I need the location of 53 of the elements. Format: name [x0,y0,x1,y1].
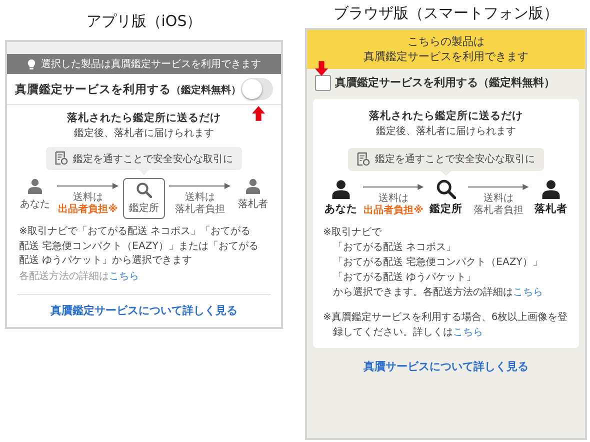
details-link[interactable]: こちら [513,286,543,298]
arrow-line [468,184,529,190]
note-text: ※取引ナビで「おてがる配送 ネコポス」「おてがる配送 宅急便コンパクト（EAZY）」または「おてがる配送 ゆうパケット」から選択できます [18,225,260,268]
node-label: あなた [20,198,50,211]
notice-text: 選択した製品は真贋鑑定サービスを利用できます [41,58,261,71]
arrow-line [169,183,231,189]
checkbox[interactable] [315,74,331,91]
person-icon [245,178,261,194]
certificate-icon [357,152,370,167]
notice-text: こちらの製品は [408,34,484,50]
notice-text: 真贋鑑定サービスを利用できます [364,49,528,65]
note-text: ※真贋鑑定サービスを利用する場合、6枚以上画像を登録してください。詳しくはこちら [323,310,569,340]
person-icon [27,178,43,194]
note-text: ※取引ナビで 「おてがる配送 ネコポス」 「おてがる配送 宅急便コンパクト（EAZY）」 「おてがる配送 ゆうパケット」 から選択できます。各配送方法の詳細はこちら [323,226,544,300]
details-link[interactable]: こちら [453,326,483,338]
more-info-link[interactable]: 真贋サービスについて詳しく見る [364,358,528,374]
node-label: あなた [324,202,358,216]
info-title: 落札されたら鑑定所に送るだけ [369,108,523,123]
arrow-icon [315,60,328,76]
node-label: 落札者 [238,198,268,211]
shipping-label: 落札者負担 [175,204,225,216]
details-link[interactable]: こちら [109,270,139,282]
person-icon [541,178,561,199]
certificate-icon [55,151,68,166]
node-label: 鑑定所 [129,202,159,215]
arrow-line [363,184,424,190]
search-icon [436,178,456,199]
toggle-switch[interactable] [241,78,273,100]
more-info-link[interactable]: 真贋鑑定サービスについて詳しく見る [50,303,238,318]
callout-text: 鑑定を通すことで安全安心な取引に [73,152,233,166]
option-label: 真贋鑑定サービスを利用する（鑑定料無料） [15,82,241,96]
node-label: 落札者 [534,202,568,216]
shipping-label: 送料は [378,192,408,204]
panel-heading: ブラウザ版（スマートフォン版） [332,3,560,24]
arrow-icon [252,106,265,121]
shipping-label: 出品者負担※ [58,204,118,216]
panel-heading: アプリ版（iOS） [85,11,203,32]
info-subtitle: 鑑定後、落札者に届けられます [74,126,214,140]
lightbulb-icon [27,58,36,70]
shipping-label: 落札者負担 [474,204,524,217]
shipping-label: 送料は [185,192,215,204]
search-icon [136,182,152,198]
node-label: 鑑定所 [430,202,462,216]
person-icon [331,178,351,199]
shipping-label: 送料は [73,192,103,204]
info-title: 落札されたら鑑定所に送るだけ [67,111,221,125]
callout-text: 鑑定を通すことで安全安心な取引に [375,152,535,166]
note-text: 各配送方法の詳細はこちら [18,270,140,284]
shipping-label: 出品者負担※ [364,204,424,217]
info-subtitle: 鑑定後、落札者に届けられます [376,124,516,138]
arrow-line [57,183,119,189]
shipping-label: 送料は [484,192,514,204]
option-label: 真贋鑑定サービスを利用する（鑑定料無料） [335,75,555,90]
